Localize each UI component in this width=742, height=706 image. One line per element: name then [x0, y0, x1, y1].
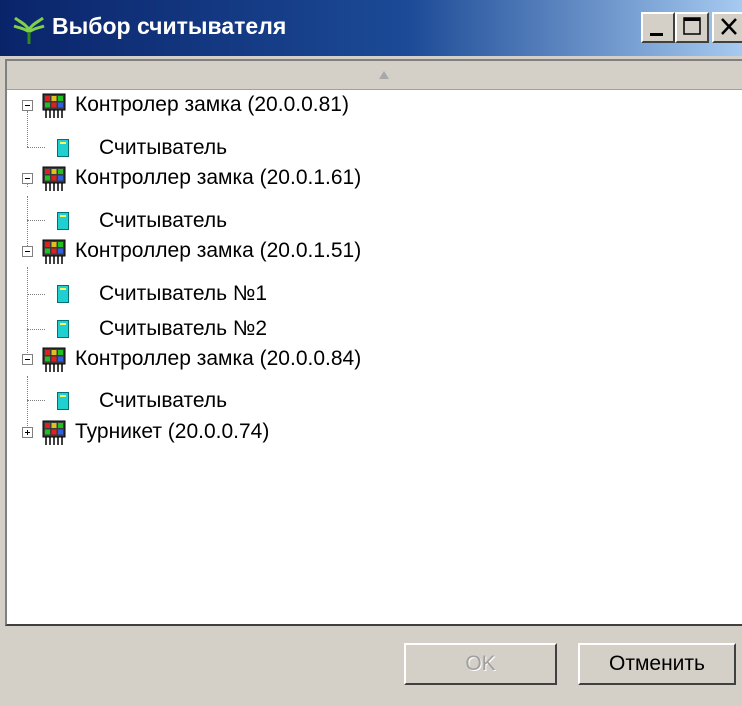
tree-node-label: Контроллер замка (20.0.1.61)	[75, 166, 362, 189]
collapse-toggle[interactable]	[22, 246, 33, 257]
tree-node-label: Турникет (20.0.0.74)	[75, 420, 270, 443]
app-logo-icon	[13, 16, 45, 44]
tree-line	[27, 376, 28, 400]
minus-icon	[25, 105, 30, 106]
close-button[interactable]	[712, 12, 742, 43]
tree-node-label: Контроллер замка (20.0.1.51)	[75, 239, 362, 262]
minimize-button[interactable]	[641, 12, 675, 43]
sort-ascending-icon	[379, 71, 389, 79]
tree-node-label: Контроллер замка (20.0.0.84)	[75, 347, 362, 370]
controller-icon	[42, 347, 66, 372]
collapse-toggle[interactable]	[22, 354, 33, 365]
collapse-toggle[interactable]	[22, 173, 33, 184]
maximize-icon	[683, 17, 701, 35]
collapse-toggle[interactable]	[22, 100, 33, 111]
plus-icon	[25, 430, 30, 435]
reader-icon	[57, 212, 69, 230]
reader-icon	[57, 392, 69, 410]
tree-line	[27, 329, 45, 330]
maximize-button[interactable]	[675, 12, 709, 43]
controller-icon	[42, 93, 66, 118]
tree-line	[27, 400, 28, 426]
tree-column-header[interactable]	[7, 61, 742, 90]
tree-line	[27, 294, 45, 295]
tree-node-turnstile[interactable]: Турникет (20.0.0.74)	[75, 414, 269, 450]
tree-node-controller[interactable]: Контроллер замка (20.0.1.51)	[75, 233, 361, 269]
tree-node-controller[interactable]: Контролер замка (20.0.0.81)	[75, 87, 349, 123]
tree-node-reader[interactable]: Считыватель №1	[99, 276, 267, 312]
controller-icon	[42, 239, 66, 264]
minus-icon	[25, 359, 30, 360]
device-tree[interactable]: Контролер замка (20.0.0.81) Считыватель …	[5, 59, 742, 626]
tree-node-controller[interactable]: Контроллер замка (20.0.1.61)	[75, 160, 361, 196]
tree-line	[27, 147, 45, 148]
reader-icon	[57, 320, 69, 338]
controller-icon	[42, 420, 66, 445]
minimize-icon	[650, 33, 663, 36]
reader-icon	[57, 285, 69, 303]
reader-icon	[57, 139, 69, 157]
cancel-button[interactable]: Отменить	[578, 643, 736, 685]
tree-node-controller[interactable]: Контроллер замка (20.0.0.84)	[75, 341, 361, 377]
minus-icon	[25, 251, 30, 252]
tree-line	[27, 220, 45, 221]
tree-line	[27, 111, 28, 147]
expand-toggle[interactable]	[22, 427, 33, 438]
tree-line	[27, 400, 45, 401]
tree-line	[27, 196, 28, 220]
close-icon	[721, 18, 737, 35]
window-title: Выбор считывателя	[52, 13, 287, 39]
tree-line	[27, 267, 28, 329]
ok-button[interactable]: OK	[404, 643, 557, 685]
tree-node-label: Считыватель №1	[99, 282, 268, 305]
tree-node-label: Контролер замка (20.0.0.81)	[75, 93, 349, 116]
title-bar[interactable]: Выбор считывателя	[0, 0, 742, 56]
controller-icon	[42, 166, 66, 191]
minus-icon	[25, 178, 30, 179]
reader-select-dialog: Выбор считывателя Контролер замка (20.0.…	[0, 0, 742, 706]
